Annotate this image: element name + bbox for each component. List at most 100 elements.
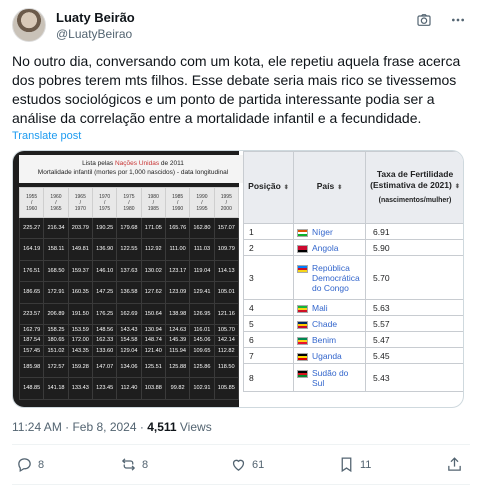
- mortality-cell: 125.88: [164, 355, 191, 378]
- action-bar: 8 8 61 11: [12, 456, 470, 480]
- mortality-header-cell: 1975/1980: [116, 187, 142, 218]
- mortality-cell: 223.57: [18, 302, 45, 325]
- fertility-table: Posição ⬍ País ⬍ Taxa de Fertilidade (Esti…: [243, 151, 463, 392]
- tweet-header: Luaty Beirão @LuatyBeirao: [12, 8, 470, 48]
- country-cell-content: Uganda: [297, 351, 362, 361]
- fertility-value: 6.91: [365, 223, 463, 240]
- mortality-title-suffix: de 2011: [159, 160, 184, 167]
- fertility-value: 5.43: [365, 363, 463, 392]
- mortality-title-prefix: Lista pelas: [82, 160, 115, 167]
- mortality-header-cell: 1955/1960: [18, 187, 45, 218]
- header-rate: Taxa de Fertilidade (Estimativa de 2021)…: [365, 151, 463, 224]
- tweet-timestamp[interactable]: 11:24 AM · Feb 8, 2024 ·: [12, 420, 147, 434]
- mortality-cell: 136.58: [116, 281, 142, 304]
- mortality-header-part: 1990: [172, 205, 184, 212]
- share-button[interactable]: [446, 456, 463, 473]
- camera-icon[interactable]: [416, 12, 432, 28]
- country-link[interactable]: Sudão do Sul: [312, 368, 362, 388]
- mortality-cell: 151.02: [43, 345, 69, 357]
- tweet-media[interactable]: Lista pelas Nações Unidas de 2011 Mortal…: [12, 150, 464, 408]
- mortality-cell: 122.55: [116, 238, 142, 261]
- mortality-cell: 150.64: [140, 302, 166, 325]
- mortality-cell: 162.79: [18, 324, 45, 336]
- country-link[interactable]: Níger: [312, 227, 333, 237]
- mortality-cell: 145.06: [189, 334, 215, 346]
- mortality-cell: 203.79: [67, 217, 93, 239]
- mortality-cell: 115.94: [164, 345, 191, 357]
- fertility-country: Níger: [293, 223, 366, 240]
- mortality-cell: 112.40: [116, 377, 142, 400]
- mortality-header-cell: 1985/1990: [164, 187, 191, 218]
- country-link[interactable]: Uganda: [312, 351, 342, 361]
- country-link[interactable]: Chade: [312, 319, 337, 329]
- like-icon: [230, 456, 247, 473]
- mortality-row: 223.57 206.89 191.50 176.25 162.69 150.64 138.…: [18, 302, 240, 325]
- mortality-cell: 172.91: [43, 281, 69, 304]
- fertility-value: 5.70: [365, 255, 463, 300]
- repost-button[interactable]: 8: [120, 456, 148, 473]
- mortality-cell: 111.03: [189, 238, 215, 261]
- author-block: Luaty Beirão @LuatyBeirao: [56, 10, 135, 41]
- country-cell-content: Mali: [297, 303, 362, 313]
- avatar[interactable]: [12, 8, 46, 42]
- header-rate-sub: (nascimentos/mulher): [378, 197, 452, 204]
- flag-icon: [297, 228, 308, 237]
- fertility-row: 4 Mali 5.63: [243, 299, 463, 316]
- mortality-cell: 111.00: [164, 238, 191, 261]
- mortality-cell: 109.79: [213, 238, 240, 261]
- fertility-position: 6: [243, 331, 294, 348]
- mortality-cell: 158.25: [43, 324, 69, 336]
- mortality-cell: 162.80: [189, 217, 215, 239]
- mortality-row: 148.85 141.18 133.43 123.45 112.40 103.88 99.8…: [18, 377, 240, 400]
- mortality-row: 185.98 172.57 159.28 147.07 134.06 125.51 125.…: [18, 355, 240, 378]
- mortality-cell: 171.05: [140, 217, 166, 239]
- author-handle[interactable]: @LuatyBeirao: [56, 27, 135, 41]
- mortality-cell: 105.01: [213, 281, 240, 304]
- fertility-position: 8: [243, 363, 294, 392]
- fertility-country: Chade: [293, 315, 366, 332]
- mortality-header-cell: 1970/1975: [91, 187, 118, 218]
- like-button[interactable]: 61: [230, 456, 264, 473]
- mortality-row: 225.27 216.34 203.79 190.25 179.68 171.05 165.…: [18, 217, 240, 239]
- mortality-header-part: 1995: [196, 205, 208, 212]
- header-position: Posição ⬍: [243, 151, 294, 224]
- mortality-cell: 154.58: [116, 334, 142, 346]
- mortality-cell: 162.69: [116, 302, 142, 325]
- mortality-header-part: 1960: [26, 205, 38, 212]
- author-name[interactable]: Luaty Beirão: [56, 10, 135, 25]
- mortality-table-title: Lista pelas Nações Unidas de 2011 Mortal…: [19, 155, 247, 183]
- header-rate-label: Taxa de Fertilidade (Estimativa de 2021): [370, 169, 454, 190]
- mortality-cell: 127.62: [140, 281, 166, 304]
- country-link[interactable]: Mali: [312, 303, 328, 313]
- fertility-position: 2: [243, 239, 294, 256]
- reply-button[interactable]: 8: [16, 456, 44, 473]
- mortality-cell: 143.35: [67, 345, 93, 357]
- mortality-header-cell: 1980/1985: [140, 187, 166, 218]
- mortality-cell: 225.27: [18, 217, 45, 239]
- mortality-cell: 159.28: [67, 355, 93, 378]
- country-cell-content: Chade: [297, 319, 362, 329]
- more-icon[interactable]: [450, 12, 466, 28]
- flag-icon: [297, 369, 308, 378]
- mortality-cell: 159.37: [67, 259, 93, 282]
- country-cell-content: Sudão do Sul: [297, 368, 362, 388]
- country-link[interactable]: República Democrática do Congo: [312, 263, 362, 293]
- fertility-value: 5.63: [365, 299, 463, 316]
- mortality-cell: 165.76: [164, 217, 191, 239]
- share-icon: [446, 456, 463, 473]
- mortality-cell: 168.50: [43, 259, 69, 282]
- translate-link[interactable]: Translate post: [12, 130, 81, 142]
- mortality-header-part: 1975: [99, 205, 111, 212]
- sort-icon: ⬍: [337, 185, 343, 191]
- mortality-header-part: 1985: [147, 205, 159, 212]
- mortality-cell: 141.18: [43, 377, 69, 400]
- mortality-cell: 186.65: [18, 281, 45, 304]
- mortality-cell: 124.63: [164, 324, 191, 336]
- mortality-cell: 125.51: [140, 355, 166, 378]
- mortality-cell: 129.04: [116, 345, 142, 357]
- mortality-cell: 105.70: [213, 324, 240, 336]
- country-link[interactable]: Angola: [312, 243, 338, 253]
- bookmark-button[interactable]: 11: [338, 456, 371, 473]
- mortality-cell: 130.94: [140, 324, 166, 336]
- country-link[interactable]: Benim: [312, 335, 336, 345]
